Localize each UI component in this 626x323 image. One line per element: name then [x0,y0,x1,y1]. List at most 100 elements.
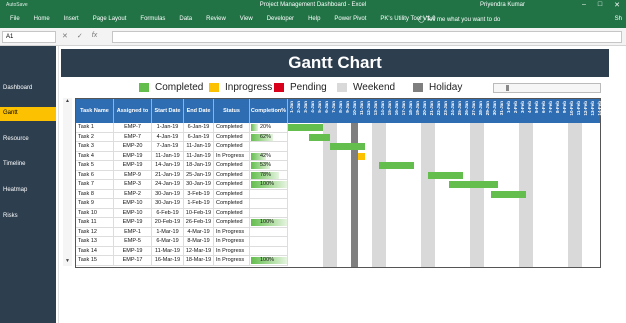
cell-start[interactable]: 24-Jan-19 [152,180,184,190]
table-row[interactable]: Task 13 EMP-5 6-Mar-19 8-Mar-19 In Progress [76,237,600,247]
nav-heatmap[interactable]: Heatmap [0,184,56,198]
tab-help[interactable]: Help [308,16,320,22]
nav-dashboard[interactable]: Dashboard [0,82,56,96]
cell-status[interactable]: In Progress [214,256,250,266]
tab-review[interactable]: Review [206,16,226,22]
cell-assigned[interactable]: EMP-10 [114,199,152,209]
cell-completion[interactable]: 100% [250,256,288,266]
user-name[interactable]: Priyendra Kumar [480,2,525,8]
tab-home[interactable]: Home [34,16,50,22]
cell-assigned[interactable]: EMP-19 [114,218,152,228]
cell-status[interactable]: Completed [214,170,250,180]
tab-view[interactable]: View [240,16,253,22]
cell-start[interactable]: 1-Mar-19 [152,227,184,237]
cell-status[interactable]: Completed [214,199,250,209]
table-row[interactable]: Task 9 EMP-10 30-Jan-19 1-Feb-19 Completed [76,199,600,209]
cell-completion[interactable] [250,208,288,218]
cell-end[interactable]: 25-Jan-19 [184,170,214,180]
table-row[interactable]: Task 5 EMP-19 14-Jan-19 18-Jan-19 Completed 5… [76,161,600,171]
cell-completion[interactable]: 42% [250,151,288,161]
nav-risks[interactable]: Risks [0,210,56,224]
cell-start[interactable]: 7-Jan-19 [152,142,184,152]
cell-assigned[interactable]: EMP-17 [114,256,152,266]
cell-start[interactable]: 30-Jan-19 [152,199,184,209]
cell-end[interactable]: 8-Mar-19 [184,237,214,247]
cell-completion[interactable]: 20% [250,123,288,133]
cell-task[interactable]: Task 4 [76,151,114,161]
cell-start[interactable]: 30-Jan-19 [152,189,184,199]
cell-completion[interactable] [250,142,288,152]
cell-task[interactable]: Task 13 [76,237,114,247]
tell-me-search[interactable]: ◯ Tell me what you want to do [418,16,500,23]
cell-status[interactable]: In Progress [214,237,250,247]
timeline-scrollbar[interactable] [493,83,601,93]
cell-task[interactable]: Task 6 [76,170,114,180]
cell-assigned[interactable]: EMP-19 [114,151,152,161]
cell-completion[interactable] [250,189,288,199]
table-row[interactable]: Task 8 EMP-2 30-Jan-19 3-Feb-19 Completed [76,189,600,199]
cell-status[interactable]: In Progress [214,151,250,161]
cell-end[interactable]: 6-Jan-19 [184,123,214,133]
cell-status[interactable]: Completed [214,180,250,190]
cell-start[interactable]: 20-Feb-19 [152,218,184,228]
table-row[interactable]: Task 12 EMP-1 1-Mar-19 4-Mar-19 In Progress [76,227,600,237]
table-row[interactable]: Task 10 EMP-10 6-Feb-19 10-Feb-19 Completed [76,208,600,218]
cell-completion[interactable]: 53% [250,161,288,171]
share-button[interactable]: Sh [615,16,622,22]
cell-completion[interactable] [250,237,288,247]
col-task-name[interactable]: Task Name [76,99,114,123]
cell-assigned[interactable]: EMP-7 [114,132,152,142]
cell-end[interactable]: 18-Jan-19 [184,161,214,171]
cell-end[interactable]: 18-Mar-19 [184,256,214,266]
cell-end[interactable]: 6-Jan-19 [184,132,214,142]
col-completion[interactable]: Completion% [250,99,288,123]
timeline-scroll-thumb[interactable] [506,85,509,91]
cell-assigned[interactable]: EMP-2 [114,189,152,199]
cell-status[interactable]: Completed [214,142,250,152]
nav-timeline[interactable]: Timeline [0,158,56,172]
scroll-up-icon[interactable]: ▲ [63,98,72,104]
cell-end[interactable]: 11-Jan-19 [184,142,214,152]
cell-end[interactable]: 11-Jan-19 [184,151,214,161]
cell-task[interactable]: Task 14 [76,246,114,256]
table-row[interactable]: Task 15 EMP-17 16-Mar-19 18-Mar-19 In Progre… [76,256,600,266]
cell-end[interactable]: 12-Mar-19 [184,246,214,256]
col-status[interactable]: Status [214,99,250,123]
cell-end[interactable]: 26-Feb-19 [184,218,214,228]
cell-start[interactable]: 14-Jan-19 [152,161,184,171]
tab-data[interactable]: Data [179,16,192,22]
scroll-down-icon[interactable]: ▼ [63,258,72,264]
close-icon[interactable]: ✕ [614,1,620,9]
col-assigned-to[interactable]: Assigned to [114,99,152,123]
maximize-icon[interactable]: □ [598,1,602,9]
cell-start[interactable]: 6-Feb-19 [152,208,184,218]
table-row[interactable]: Task 3 EMP-20 7-Jan-19 11-Jan-19 Completed [76,142,600,152]
nav-gantt[interactable]: Gantt [0,107,56,121]
cell-assigned[interactable]: EMP-7 [114,123,152,133]
cell-completion[interactable]: 62% [250,132,288,142]
cell-end[interactable]: 30-Jan-19 [184,180,214,190]
function-icon[interactable]: fx [92,32,97,40]
cell-completion[interactable]: 78% [250,170,288,180]
cell-task[interactable]: Task 5 [76,161,114,171]
cell-status[interactable]: Completed [214,161,250,171]
cell-task[interactable]: Task 3 [76,142,114,152]
table-row[interactable]: Task 6 EMP-9 21-Jan-19 25-Jan-19 Completed 78… [76,170,600,180]
minimize-icon[interactable]: – [582,1,586,9]
cell-task[interactable]: Task 9 [76,199,114,209]
table-row[interactable]: Task 4 EMP-19 11-Jan-19 11-Jan-19 In Progres… [76,151,600,161]
col-end-date[interactable]: End Date [184,99,214,123]
cell-completion[interactable] [250,199,288,209]
cell-completion[interactable] [250,227,288,237]
table-row[interactable]: Task 11 EMP-19 20-Feb-19 26-Feb-19 Completed… [76,218,600,228]
table-scrollbar[interactable]: ▲ ▼ [63,98,72,266]
table-row[interactable]: Task 14 EMP-19 11-Mar-19 12-Mar-19 In Progre… [76,246,600,256]
cell-start[interactable]: 21-Jan-19 [152,170,184,180]
cell-completion[interactable]: 100% [250,180,288,190]
cell-status[interactable]: In Progress [214,227,250,237]
cell-status[interactable]: In Progress [214,246,250,256]
formula-input[interactable] [112,31,622,43]
cell-end[interactable]: 4-Mar-19 [184,227,214,237]
cell-task[interactable]: Task 12 [76,227,114,237]
cancel-icon[interactable]: ✕ [62,32,68,40]
